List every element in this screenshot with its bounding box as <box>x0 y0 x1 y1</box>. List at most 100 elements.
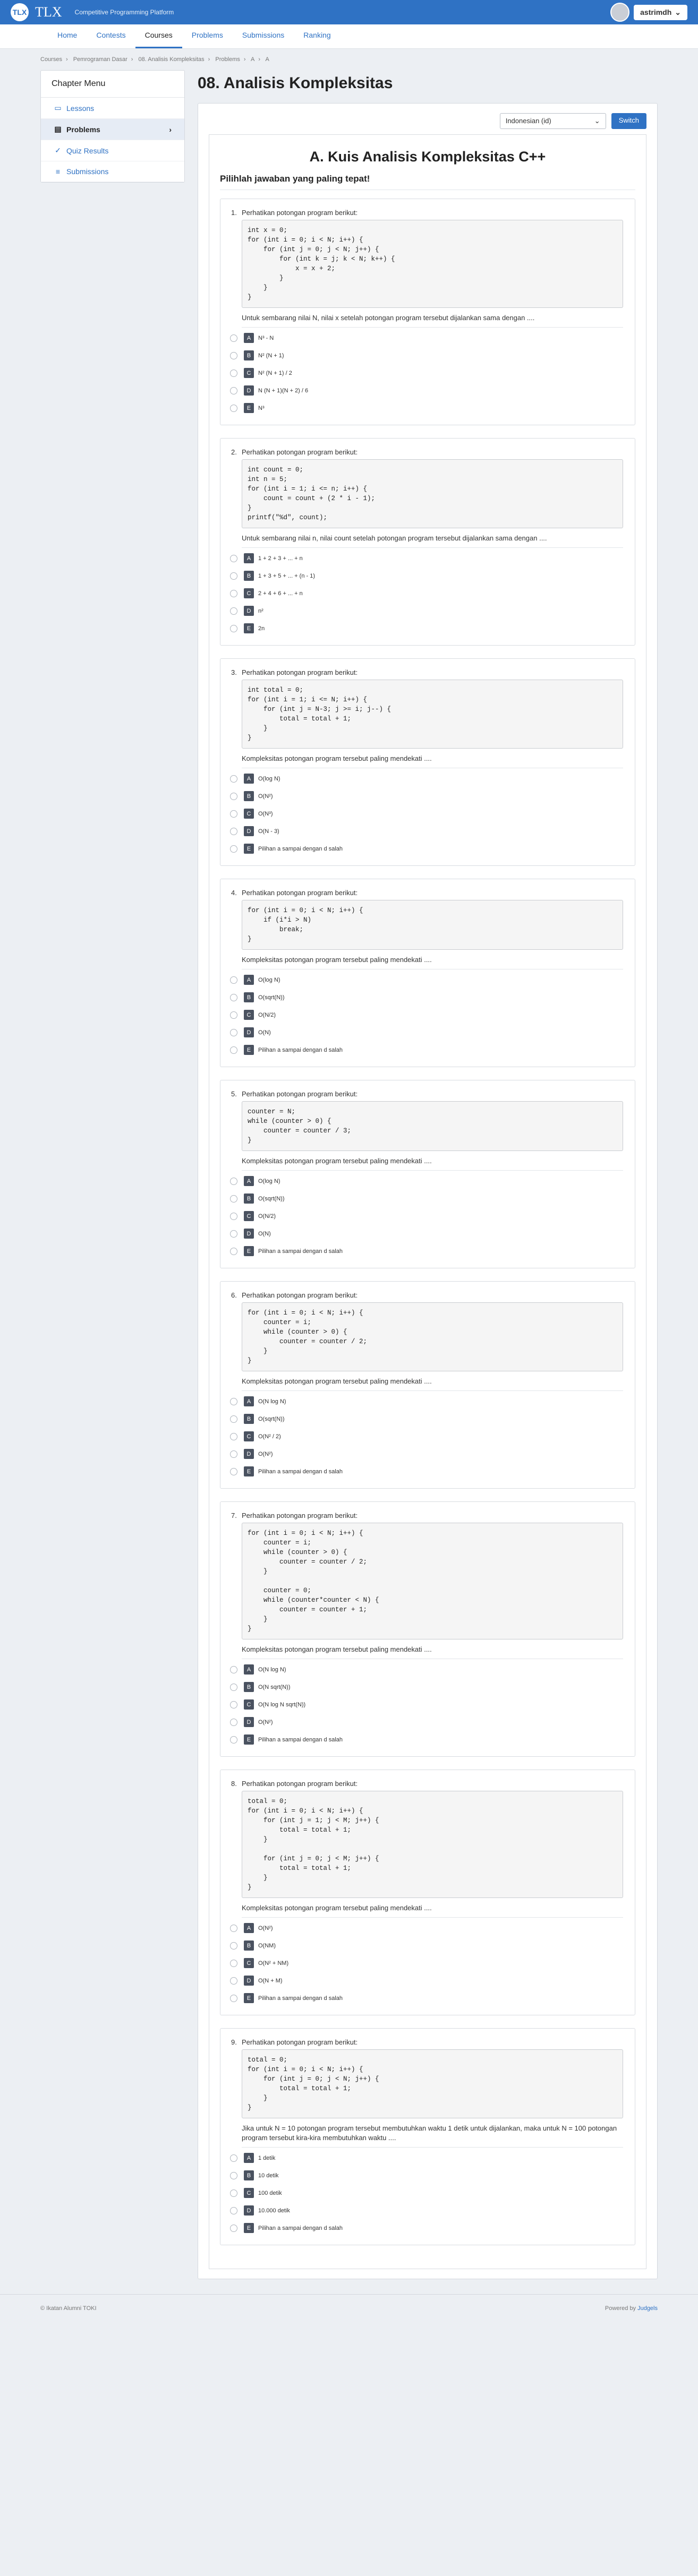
radio-button[interactable] <box>230 1247 237 1255</box>
answer-option[interactable]: C O(N/2) <box>230 1211 623 1221</box>
radio-button[interactable] <box>230 2171 237 2179</box>
radio-button[interactable] <box>230 369 237 377</box>
answer-option[interactable]: D O(N) <box>230 1027 623 1037</box>
radio-button[interactable] <box>230 1924 237 1932</box>
radio-button[interactable] <box>230 1028 237 1036</box>
radio-button[interactable] <box>230 404 237 412</box>
nav-problems[interactable]: Problems <box>182 31 233 48</box>
sidebar-item-lessons[interactable]: ▭ Lessons <box>41 98 184 119</box>
nav-contests[interactable]: Contests <box>87 31 135 48</box>
answer-option[interactable]: C 100 detik <box>230 2188 623 2198</box>
answer-option[interactable]: D O(N) <box>230 1229 623 1239</box>
answer-option[interactable]: E 2n <box>230 623 623 633</box>
answer-option[interactable]: A O(N²) <box>230 1923 623 1933</box>
switch-button[interactable]: Switch <box>611 113 646 129</box>
radio-button[interactable] <box>230 554 237 562</box>
language-select[interactable]: Indonesian (id) ⌄ <box>499 113 606 129</box>
answer-option[interactable]: B O(sqrt(N)) <box>230 1193 623 1204</box>
answer-option[interactable]: E N³ <box>230 403 623 413</box>
answer-option[interactable]: E Pilihan a sampai dengan d salah <box>230 844 623 854</box>
radio-button[interactable] <box>230 775 237 783</box>
radio-button[interactable] <box>230 1397 237 1405</box>
answer-option[interactable]: E Pilihan a sampai dengan d salah <box>230 1045 623 1055</box>
radio-button[interactable] <box>230 572 237 580</box>
answer-option[interactable]: D O(N - 3) <box>230 826 623 836</box>
answer-option[interactable]: E Pilihan a sampai dengan d salah <box>230 1993 623 2003</box>
radio-button[interactable] <box>230 1959 237 1967</box>
answer-option[interactable]: A O(N log N) <box>230 1664 623 1675</box>
answer-option[interactable]: B O(N sqrt(N)) <box>230 1682 623 1692</box>
radio-button[interactable] <box>230 810 237 818</box>
radio-button[interactable] <box>230 2154 237 2162</box>
radio-button[interactable] <box>230 827 237 835</box>
radio-button[interactable] <box>230 1415 237 1423</box>
judgels-link[interactable]: Judgels <box>637 2305 658 2312</box>
answer-option[interactable]: B O(NM) <box>230 1940 623 1951</box>
answer-option[interactable]: C O(N² + NM) <box>230 1958 623 1968</box>
radio-button[interactable] <box>230 976 237 984</box>
radio-button[interactable] <box>230 387 237 394</box>
nav-courses[interactable]: Courses <box>135 31 182 48</box>
radio-button[interactable] <box>230 1432 237 1440</box>
radio-button[interactable] <box>230 1046 237 1054</box>
answer-option[interactable]: A 1 + 2 + 3 + ... + n <box>230 553 623 563</box>
answer-option[interactable]: Dn² <box>230 606 623 616</box>
answer-option[interactable]: A N³ - N <box>230 333 623 343</box>
radio-button[interactable] <box>230 1011 237 1019</box>
radio-button[interactable] <box>230 2206 237 2214</box>
avatar[interactable] <box>610 3 630 22</box>
answer-option[interactable]: B N² (N + 1) <box>230 350 623 360</box>
answer-option[interactable]: E Pilihan a sampai dengan d salah <box>230 2223 623 2233</box>
radio-button[interactable] <box>230 334 237 342</box>
breadcrumb-chapter[interactable]: 08. Analisis Kompleksitas <box>139 56 205 63</box>
answer-option[interactable]: B 1 + 3 + 5 + ... + (n - 1) <box>230 571 623 581</box>
radio-button[interactable] <box>230 607 237 615</box>
radio-button[interactable] <box>230 1701 237 1708</box>
answer-option[interactable]: A O(log N) <box>230 975 623 985</box>
answer-option[interactable]: A 1 detik <box>230 2153 623 2163</box>
radio-button[interactable] <box>230 2189 237 2197</box>
answer-option[interactable]: B 10 detik <box>230 2170 623 2180</box>
answer-option[interactable]: B O(N²) <box>230 791 623 801</box>
radio-button[interactable] <box>230 1994 237 2002</box>
answer-option[interactable]: B O(sqrt(N)) <box>230 1414 623 1424</box>
answer-option[interactable]: C O(N/2) <box>230 1010 623 1020</box>
radio-button[interactable] <box>230 1195 237 1203</box>
answer-option[interactable]: E Pilihan a sampai dengan d salah <box>230 1734 623 1745</box>
radio-button[interactable] <box>230 2224 237 2232</box>
answer-option[interactable]: C O(N² / 2) <box>230 1431 623 1441</box>
breadcrumb-course[interactable]: Pemrograman Dasar <box>73 56 127 63</box>
tlx-logo-icon[interactable]: TLX <box>11 3 29 21</box>
nav-ranking[interactable]: Ranking <box>294 31 340 48</box>
radio-button[interactable] <box>230 993 237 1001</box>
answer-option[interactable]: D 10.000 detik <box>230 2205 623 2216</box>
answer-option[interactable]: C O(N³) <box>230 809 623 819</box>
radio-button[interactable] <box>230 1683 237 1691</box>
user-menu[interactable]: astrimdh ⌄ <box>610 3 687 22</box>
answer-option[interactable]: D O(N²) <box>230 1717 623 1727</box>
radio-button[interactable] <box>230 1450 237 1458</box>
radio-button[interactable] <box>230 1665 237 1673</box>
answer-option[interactable]: E Pilihan a sampai dengan d salah <box>230 1466 623 1476</box>
answer-option[interactable]: B O(sqrt(N)) <box>230 992 623 1002</box>
answer-option[interactable]: D O(N²) <box>230 1449 623 1459</box>
sidebar-item-problems[interactable]: ▤ Problems › <box>41 119 184 140</box>
radio-button[interactable] <box>230 589 237 597</box>
radio-button[interactable] <box>230 624 237 632</box>
answer-option[interactable]: D O(N + M) <box>230 1976 623 1986</box>
answer-option[interactable]: D N (N + 1)(N + 2) / 6 <box>230 385 623 396</box>
answer-option[interactable]: A O(log N) <box>230 1176 623 1186</box>
radio-button[interactable] <box>230 1467 237 1475</box>
breadcrumb-problem[interactable]: A <box>251 56 254 63</box>
answer-option[interactable]: A O(log N) <box>230 774 623 784</box>
breadcrumb-courses[interactable]: Courses <box>40 56 62 63</box>
breadcrumb-problems[interactable]: Problems <box>215 56 240 63</box>
nav-home[interactable]: Home <box>48 31 87 48</box>
sidebar-item-quiz-results[interactable]: ✓ Quiz Results <box>41 140 184 161</box>
user-dropdown-button[interactable]: astrimdh ⌄ <box>634 4 687 20</box>
radio-button[interactable] <box>230 1736 237 1744</box>
radio-button[interactable] <box>230 1212 237 1220</box>
radio-button[interactable] <box>230 1177 237 1185</box>
radio-button[interactable] <box>230 1977 237 1985</box>
answer-option[interactable]: C 2 + 4 + 6 + ... + n <box>230 588 623 598</box>
